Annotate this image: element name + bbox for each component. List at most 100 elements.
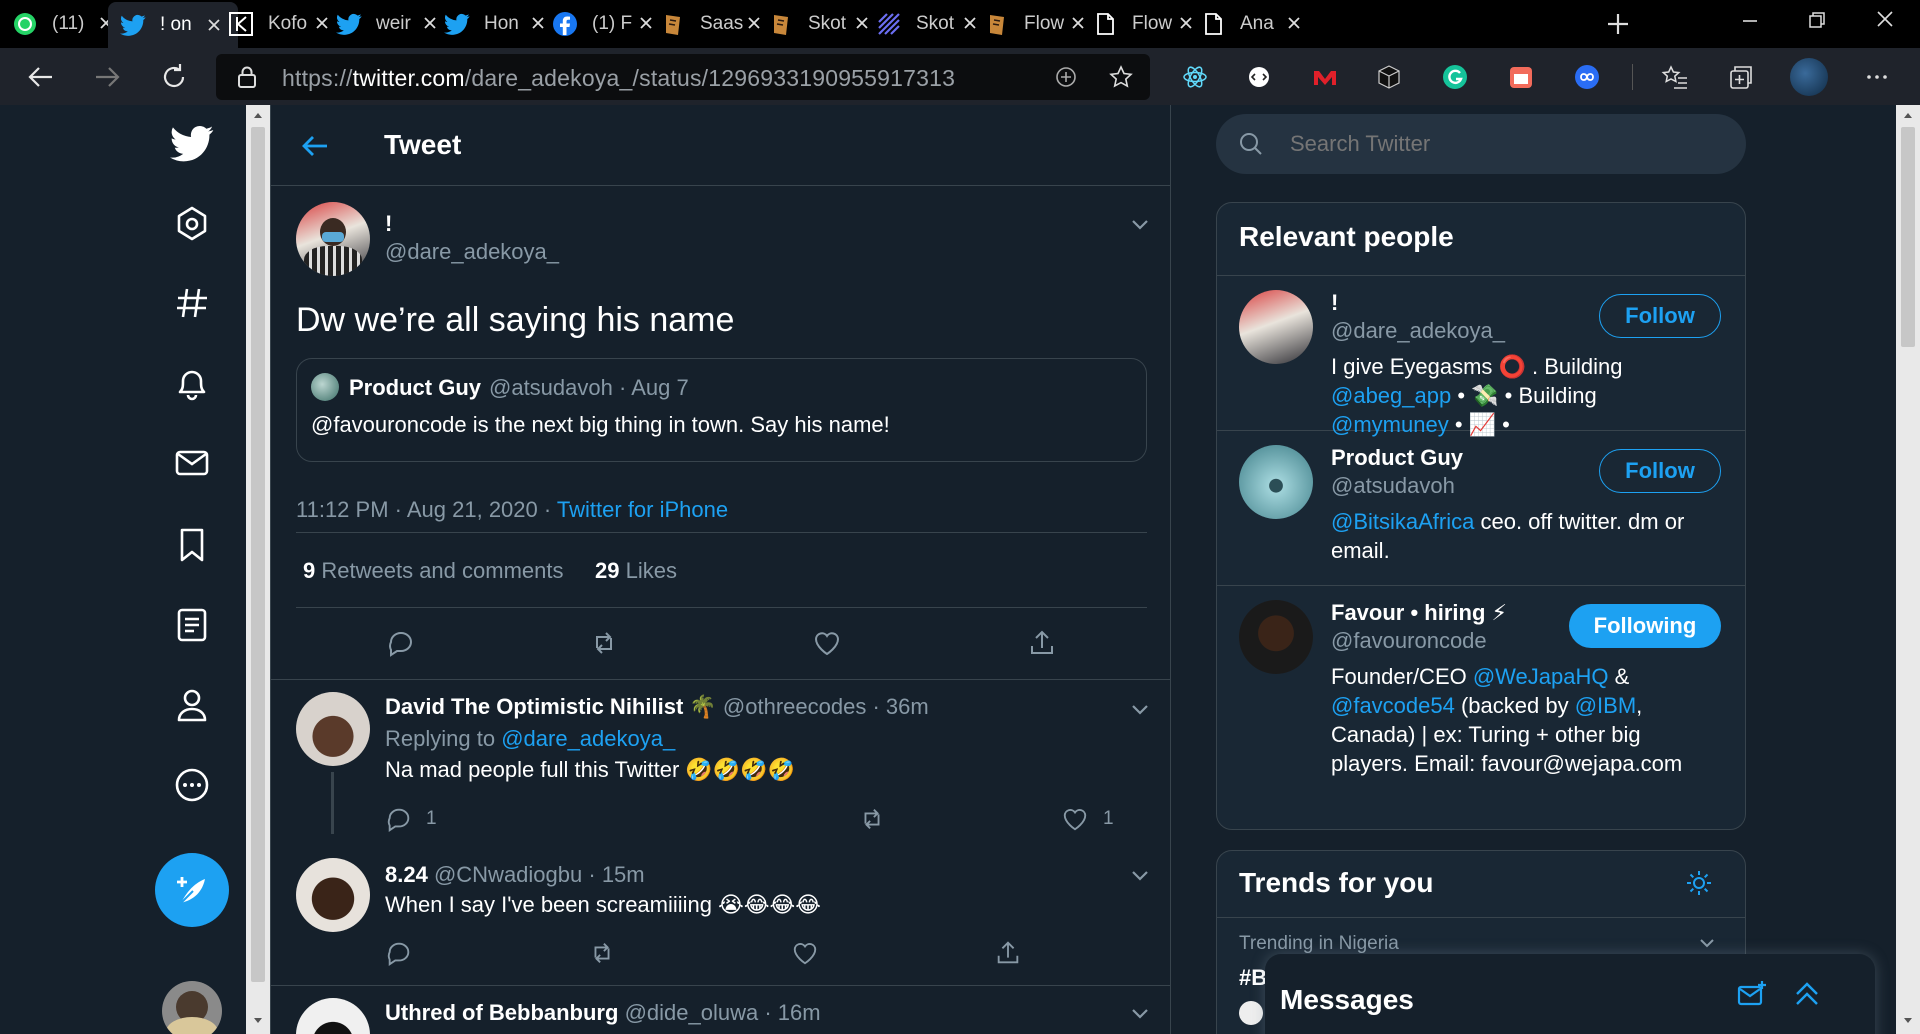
person-avatar[interactable]: [1239, 290, 1313, 364]
retweets-stat[interactable]: 9 Retweets and comments: [303, 558, 563, 584]
reply-author-handle[interactable]: @dide_oluwa: [625, 1000, 759, 1025]
retweet-button[interactable]: [589, 628, 619, 658]
nav-messages[interactable]: [170, 441, 214, 485]
tweet-source-link[interactable]: Twitter for iPhone: [557, 497, 728, 522]
profile-button[interactable]: [1790, 58, 1828, 96]
new-message-button[interactable]: [1735, 978, 1769, 1012]
reply-options-button[interactable]: [1125, 998, 1155, 1028]
person-avatar[interactable]: [1239, 445, 1313, 519]
person-avatar[interactable]: [1239, 600, 1313, 674]
replying-to-link[interactable]: @dare_adekoya_: [501, 726, 675, 751]
bio-mention-link[interactable]: @WeJapaHQ: [1473, 664, 1609, 689]
nav-notifications[interactable]: [170, 361, 214, 405]
trend-options-button[interactable]: [1695, 931, 1719, 955]
m-extension[interactable]: [1310, 62, 1340, 92]
restore-button[interactable]: [1802, 6, 1832, 36]
reply-author-handle[interactable]: @othreecodes: [723, 694, 866, 719]
follow-button[interactable]: Follow: [1599, 294, 1721, 338]
search-input[interactable]: [1290, 128, 1710, 160]
quoted-tweet[interactable]: Product Guy @atsudavoh · Aug 7 @favouron…: [296, 358, 1147, 462]
reply-author-avatar[interactable]: [296, 858, 370, 932]
reply-button[interactable]: [386, 628, 416, 658]
grammarly-extension[interactable]: [1440, 62, 1470, 92]
relevant-person[interactable]: Favour • hiring ⚡ @favouroncode Following F…: [1217, 586, 1745, 829]
twitter-logo-link[interactable]: [170, 121, 214, 165]
messages-drawer[interactable]: Messages: [1265, 954, 1875, 1034]
following-button[interactable]: Following: [1569, 604, 1721, 648]
reply-tweet[interactable]: Uthred of Bebbanburg @dide_oluwa · 16m: [271, 986, 1171, 1034]
back-button[interactable]: [24, 60, 58, 94]
bio-mention-link[interactable]: @abeg_app: [1331, 383, 1451, 408]
relevant-person[interactable]: ! @dare_adekoya_ Follow I give Eyegasms ⭕ .…: [1217, 276, 1745, 437]
close-tab-icon[interactable]: [1284, 13, 1304, 33]
more-menu-button[interactable]: [1862, 62, 1892, 92]
relevant-person[interactable]: Product Guy @atsudavoh Follow @BitsikaAfric…: [1217, 431, 1745, 586]
forward-button[interactable]: [90, 60, 124, 94]
expand-messages-button[interactable]: [1789, 976, 1825, 1012]
browser-tab[interactable]: Ana: [1188, 0, 1318, 48]
code-extension[interactable]: [1244, 62, 1274, 92]
favorites-button[interactable]: [1660, 62, 1690, 92]
scrollbar-thumb[interactable]: [1901, 127, 1915, 347]
reply-options-button[interactable]: [1125, 694, 1155, 724]
reply-share-button[interactable]: [994, 939, 1022, 967]
share-button[interactable]: [1027, 628, 1057, 658]
reply-author-handle[interactable]: @CNwadiogbu: [434, 862, 582, 887]
calendar-extension[interactable]: [1506, 62, 1536, 92]
cube-extension[interactable]: [1374, 62, 1404, 92]
follow-button[interactable]: Follow: [1599, 449, 1721, 493]
close-window-button[interactable]: [1870, 4, 1900, 34]
reply-tweet[interactable]: David The Optimistic Nihilist 🌴 @othreec…: [271, 680, 1171, 834]
add-icon[interactable]: [1054, 65, 1078, 89]
tweet-options-button[interactable]: [1125, 209, 1155, 239]
refresh-button[interactable]: [157, 60, 191, 94]
reply-like-button[interactable]: [1061, 805, 1089, 833]
person-handle[interactable]: @atsudavoh: [1331, 473, 1455, 499]
reply-tweet[interactable]: 8.24 @CNwadiogbu · 15m When I say I've b…: [271, 850, 1171, 995]
star-icon[interactable]: [1108, 64, 1134, 90]
reply-options-button[interactable]: [1125, 860, 1155, 890]
new-tab-button[interactable]: [1604, 10, 1632, 38]
right-scrollbar[interactable]: [1896, 105, 1920, 1034]
bio-mention-link[interactable]: @BitsikaAfrica: [1331, 509, 1474, 534]
minimize-button[interactable]: [1735, 6, 1765, 36]
reply-author-name[interactable]: David The Optimistic Nihilist 🌴: [385, 694, 717, 719]
nav-profile[interactable]: [170, 683, 214, 727]
tweet-author-handle[interactable]: @dare_adekoya_: [385, 239, 559, 265]
tweet-author-name[interactable]: !: [385, 211, 392, 237]
nav-lists[interactable]: [170, 603, 214, 647]
reply-reply-button[interactable]: [385, 805, 413, 833]
like-button[interactable]: [812, 628, 842, 658]
collections-button[interactable]: [1726, 62, 1756, 92]
reply-retweet-button[interactable]: [858, 805, 886, 833]
reply-author-avatar[interactable]: [296, 998, 370, 1034]
infinity-extension[interactable]: [1572, 62, 1602, 92]
person-handle[interactable]: @dare_adekoya_: [1331, 318, 1505, 344]
reply-reply-button[interactable]: [385, 939, 413, 967]
trend-tag[interactable]: #B: [1239, 965, 1267, 991]
person-handle[interactable]: @favouroncode: [1331, 628, 1487, 654]
address-bar[interactable]: https://twitter.com/dare_adekoya_/status…: [216, 54, 1150, 100]
tweet-author-avatar[interactable]: [296, 202, 370, 276]
reply-author-name[interactable]: 8.24: [385, 862, 428, 887]
react-devtools-extension[interactable]: [1180, 62, 1210, 92]
nav-bookmarks[interactable]: [170, 523, 214, 567]
reply-author-name[interactable]: Uthred of Bebbanburg: [385, 1000, 618, 1025]
reply-author-avatar[interactable]: [296, 692, 370, 766]
search-box[interactable]: [1216, 114, 1746, 174]
bio-mention-link[interactable]: @favcode54: [1331, 693, 1455, 718]
person-name[interactable]: !: [1331, 290, 1338, 316]
reply-retweet-button[interactable]: [588, 939, 616, 967]
nav-more[interactable]: [170, 763, 214, 807]
nav-home[interactable]: [170, 201, 214, 245]
person-name[interactable]: Product Guy: [1331, 445, 1463, 471]
likes-stat[interactable]: 29 Likes: [595, 558, 677, 584]
account-avatar[interactable]: [162, 981, 222, 1034]
left-scrollbar[interactable]: [246, 105, 270, 1034]
trends-settings-button[interactable]: [1683, 867, 1715, 899]
reply-like-button[interactable]: [791, 939, 819, 967]
bio-mention-link[interactable]: @IBM: [1575, 693, 1636, 718]
person-name[interactable]: Favour • hiring ⚡: [1331, 600, 1507, 626]
back-to-timeline-button[interactable]: [299, 129, 333, 163]
compose-tweet-button[interactable]: [155, 853, 229, 927]
